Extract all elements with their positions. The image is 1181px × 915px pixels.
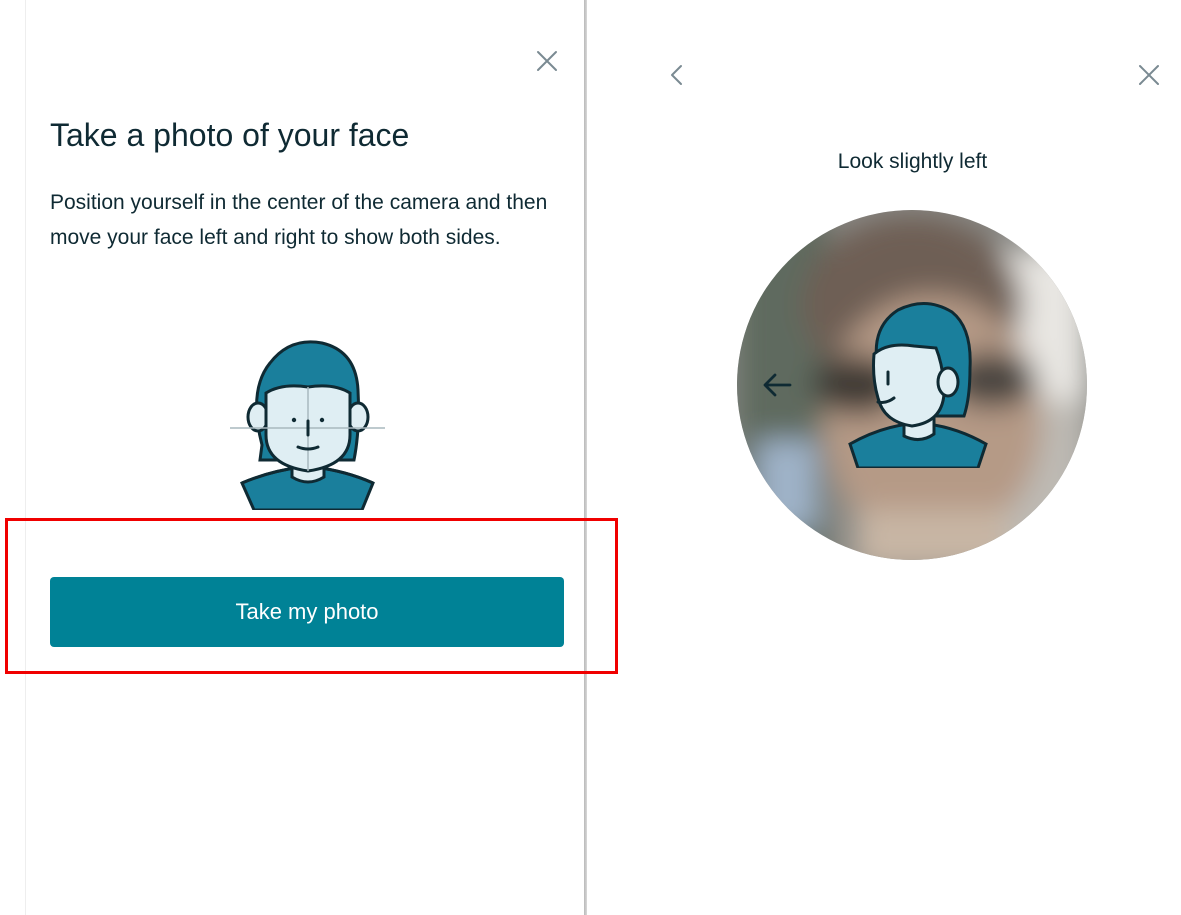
chevron-left-icon[interactable] bbox=[662, 60, 692, 90]
close-icon[interactable] bbox=[1134, 60, 1164, 90]
instructions-text: Position yourself in the center of the c… bbox=[50, 191, 548, 249]
take-photo-button[interactable]: Take my photo bbox=[50, 577, 564, 647]
left-panel-edge bbox=[25, 0, 26, 915]
panel-divider bbox=[584, 0, 587, 915]
arrow-left-icon bbox=[760, 367, 796, 403]
close-icon[interactable] bbox=[532, 46, 562, 76]
pose-instruction: Look slightly left bbox=[837, 150, 988, 173]
page-title: Take a photo of your face bbox=[50, 117, 410, 153]
face-turn-left-icon bbox=[848, 298, 988, 468]
face-outline-icon bbox=[230, 335, 385, 510]
